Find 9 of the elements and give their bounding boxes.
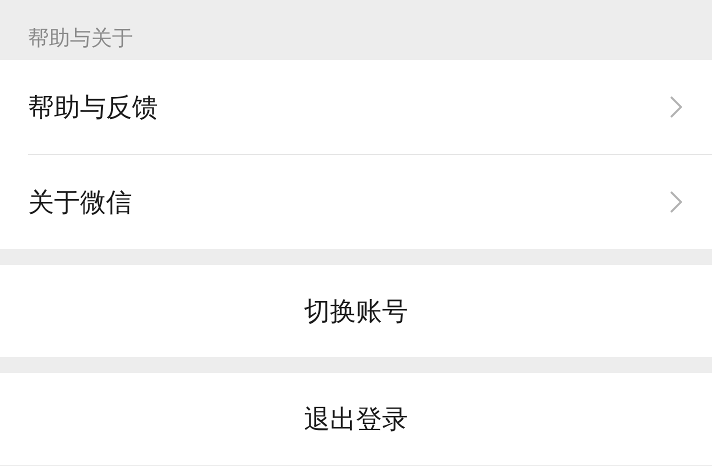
action-button[interactable]: 切换账号 xyxy=(0,265,712,357)
action-button[interactable]: 退出登录 xyxy=(0,373,712,465)
menu-item[interactable]: 帮助与反馈 xyxy=(28,60,712,154)
section-title: 帮助与关于 xyxy=(27,25,134,52)
menu-item-label: 帮助与反馈 xyxy=(28,92,158,124)
menu-item-label: 关于微信 xyxy=(28,186,132,220)
menu-item[interactable]: 关于微信 xyxy=(28,154,712,249)
chevron-icon xyxy=(670,96,682,118)
chevron-icon xyxy=(670,191,682,213)
